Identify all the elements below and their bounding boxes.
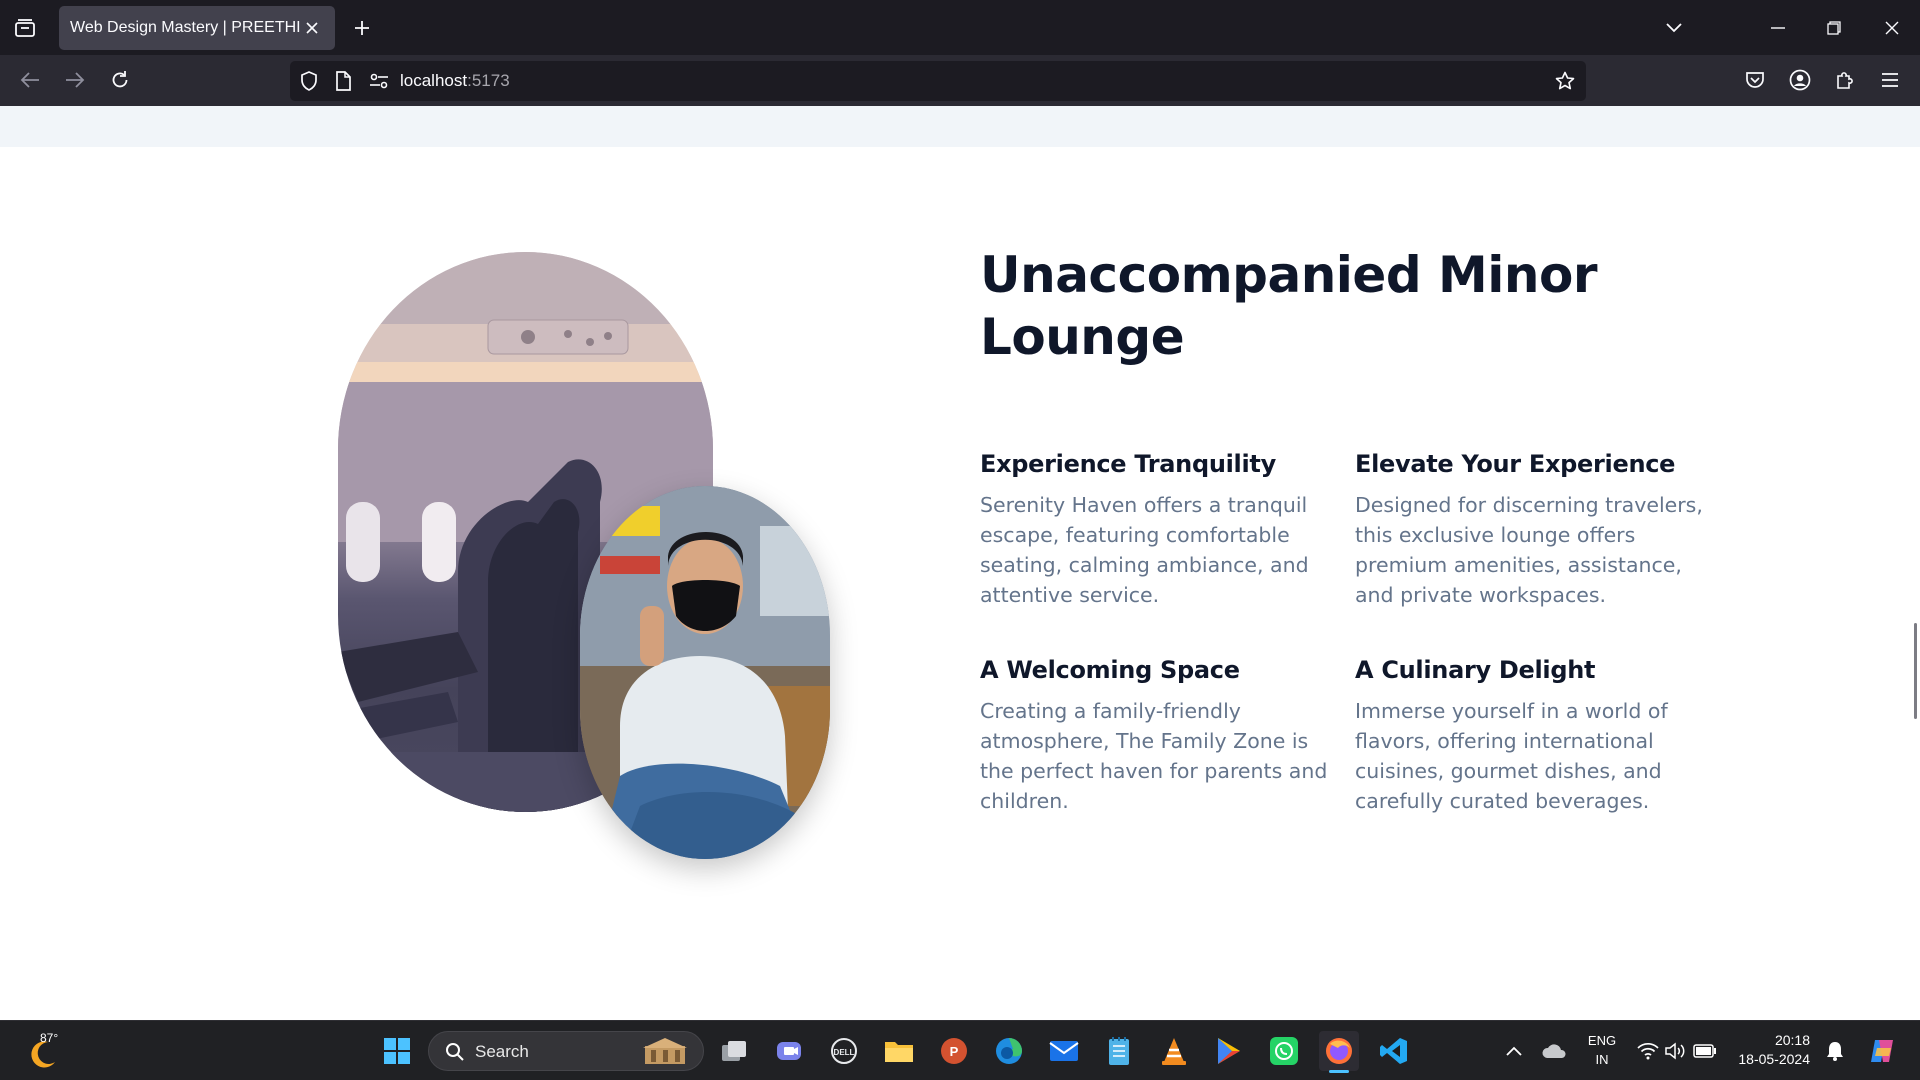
reload-icon[interactable] [103,63,137,97]
tab-list-icon[interactable] [8,12,42,44]
notification-bell-icon[interactable] [1815,1031,1855,1071]
minimize-button[interactable] [1750,0,1806,55]
back-arrow-icon[interactable] [13,63,47,97]
browser-nav-bar: localhost:5173 [0,55,1920,106]
search-label: Search [475,1042,529,1061]
region-code: IN [1595,1052,1609,1067]
copilot-icon[interactable] [1862,1031,1902,1071]
clock-time: 20:18 [1774,1032,1810,1048]
feature-heading: Experience Tranquility [980,450,1276,478]
edge-icon[interactable] [989,1031,1029,1071]
tab-title: Web Design Mastery | PREETHI [70,19,301,36]
feature-culinary: A Culinary Delight Immerse yourself in a… [1355,654,1705,816]
close-icon[interactable] [301,17,323,39]
feature-text: Immerse yourself in a world of flavors, … [1355,699,1668,813]
file-explorer-icon[interactable] [879,1031,919,1071]
close-window-button[interactable] [1864,0,1920,55]
active-app-indicator [1329,1070,1349,1073]
feature-text: Serenity Haven offers a tranquil escape,… [980,493,1309,607]
feature-tranquility: Experience Tranquility Serenity Haven of… [980,448,1330,610]
search-highlight-icon [643,1038,687,1064]
svg-text:P: P [950,1044,959,1059]
vlc-icon[interactable] [1154,1031,1194,1071]
language-code: ENG [1587,1033,1617,1048]
browser-tab-bar: Web Design Mastery | PREETHI [0,0,1920,55]
weather-widget[interactable]: 87° [24,1031,70,1071]
menu-icon[interactable] [1873,63,1907,97]
pocket-icon[interactable] [1738,63,1772,97]
chevron-down-icon[interactable] [1646,0,1702,55]
url-bar[interactable]: localhost:5173 [290,61,1586,101]
feature-welcoming: A Welcoming Space Creating a family-frie… [980,654,1330,816]
extensions-icon[interactable] [1828,63,1862,97]
traveler-with-mask-image [580,486,830,859]
powerpoint-icon[interactable]: P [934,1031,974,1071]
vscode-icon[interactable] [1374,1031,1414,1071]
taskbar-search[interactable]: Search [428,1031,704,1071]
battery-icon[interactable] [1685,1031,1725,1071]
feature-heading: A Culinary Delight [1355,656,1596,684]
feature-elevate: Elevate Your Experience Designed for dis… [1355,448,1705,610]
clock[interactable]: 20:18 18-05-2024 [1720,1031,1820,1069]
clock-date: 18-05-2024 [1738,1051,1810,1067]
language-indicator[interactable]: ENG IN [1582,1031,1622,1069]
chevron-up-icon[interactable] [1494,1031,1534,1071]
feature-heading: A Welcoming Space [980,656,1240,684]
section-title: Unaccompanied Minor Lounge [980,246,1598,366]
notepad-icon[interactable] [1099,1031,1139,1071]
page-icon[interactable] [332,70,354,92]
new-tab-button[interactable] [346,12,378,44]
onedrive-icon[interactable] [1534,1031,1574,1071]
forward-arrow-icon[interactable] [58,63,92,97]
browser-tab-active[interactable]: Web Design Mastery | PREETHI [59,6,335,50]
feature-text: Creating a family-friendly atmosphere, T… [980,699,1328,813]
site-permissions-icon[interactable] [368,70,390,92]
page-viewport: Unaccompanied Minor Lounge Experience Tr… [0,106,1920,1020]
url-port: :5173 [467,71,510,90]
restore-button[interactable] [1806,0,1862,55]
play-store-icon[interactable] [1209,1031,1249,1071]
whatsapp-icon[interactable] [1264,1031,1304,1071]
feature-heading: Elevate Your Experience [1355,450,1676,478]
previous-section-band [0,106,1920,147]
windows-taskbar: 87° Search DELL P ENG IN 20:18 18-05-202… [0,1020,1920,1080]
task-view-icon[interactable] [714,1031,754,1071]
search-icon [446,1043,464,1061]
teams-chat-icon[interactable] [769,1031,809,1071]
shield-icon[interactable] [298,70,320,92]
url-host: localhost [400,71,468,90]
account-icon[interactable] [1783,63,1817,97]
svg-text:DELL: DELL [834,1048,855,1057]
page-scrollbar[interactable] [1914,623,1917,719]
windows-start-icon[interactable] [377,1031,417,1071]
feature-text: Designed for discerning travelers, this … [1355,493,1703,607]
dell-icon[interactable]: DELL [824,1031,864,1071]
firefox-icon[interactable] [1319,1031,1359,1073]
url-text[interactable]: localhost:5173 [400,71,510,91]
weather-temp: 87° [40,1031,59,1045]
bookmark-star-icon[interactable] [1554,70,1576,92]
mail-icon[interactable] [1044,1031,1084,1071]
